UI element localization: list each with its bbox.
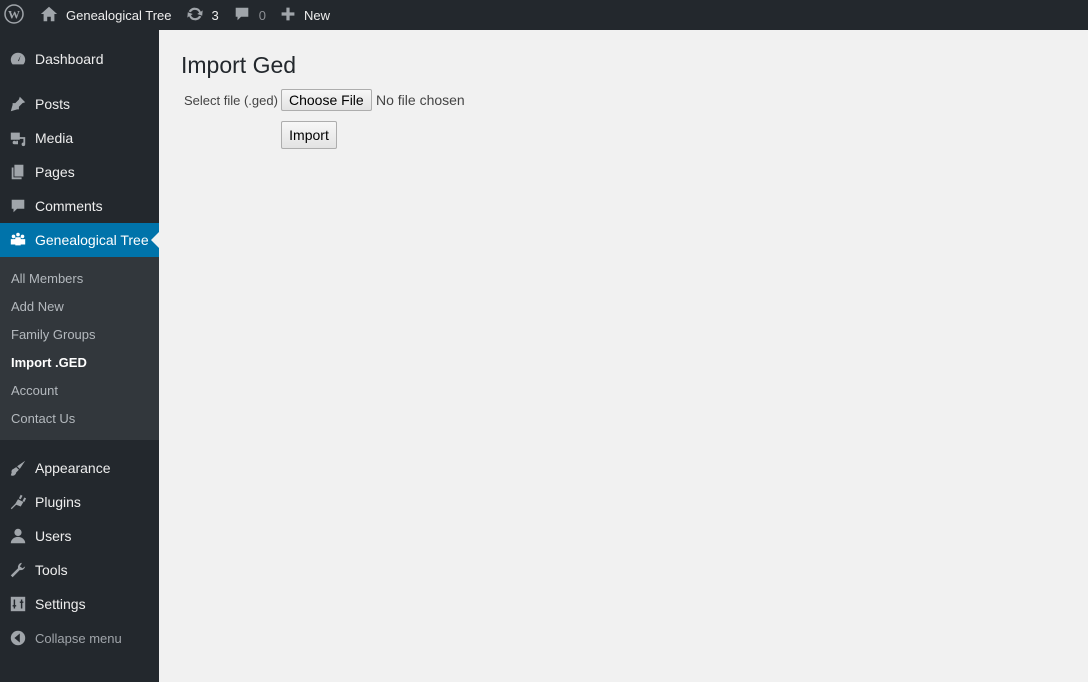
admin-sidebar: Dashboard Posts Media Pages Comments Gen… [0,30,159,682]
file-status-text: No file chosen [376,92,465,108]
choose-file-button[interactable]: Choose File [281,89,372,111]
svg-text:W: W [8,7,20,21]
comment-bubble-icon [233,5,251,26]
file-field-label: Select file (.ged) [184,93,278,108]
submenu-item-add-new[interactable]: Add New [11,299,64,314]
collapse-menu-label: Collapse menu [35,630,122,646]
page-title: Import Ged [181,52,297,78]
sidebar-item-genealogical-tree[interactable]: Genealogical Tree [0,223,159,257]
sidebar-item-label: Comments [35,198,103,214]
wordpress-logo-button[interactable]: W [0,0,32,30]
sidebar-item-label: Dashboard [35,51,104,67]
sidebar-item-appearance[interactable]: Appearance [0,451,159,485]
admin-bar: W Genealogical Tree 3 0 New [0,0,1088,30]
collapse-menu-button[interactable]: Collapse menu [0,621,159,655]
sidebar-item-label: Plugins [35,494,81,510]
family-icon [0,231,35,249]
new-label: New [303,7,330,23]
dashboard-icon [0,50,35,68]
submenu-item-contact-us[interactable]: Contact Us [11,411,75,426]
site-name-link[interactable]: Genealogical Tree [32,0,179,30]
comment-icon [0,197,35,215]
sidebar-item-media[interactable]: Media [0,121,159,155]
pages-icon [0,163,35,181]
brush-icon [0,459,35,477]
sidebar-item-label: Posts [35,96,71,112]
sidebar-item-label: Appearance [35,460,111,476]
import-button[interactable]: Import [281,121,337,149]
plus-icon [280,6,296,25]
sidebar-item-settings[interactable]: Settings [0,587,159,621]
plug-icon [0,493,35,511]
sidebar-item-plugins[interactable]: Plugins [0,485,159,519]
submenu-item-import-ged[interactable]: Import .GED [11,355,87,370]
site-name: Genealogical Tree [66,7,172,23]
sidebar-item-label: Pages [35,164,75,180]
user-icon [0,527,35,545]
settings-icon [0,595,35,613]
sidebar-item-dashboard[interactable]: Dashboard [0,42,159,76]
sidebar-item-label: Users [35,528,72,544]
submenu-item-family-groups[interactable]: Family Groups [11,327,96,342]
sidebar-item-users[interactable]: Users [0,519,159,553]
comments-count: 0 [258,7,266,23]
sidebar-item-label: Genealogical Tree [35,232,149,248]
wrench-icon [0,561,35,579]
media-icon [0,129,35,147]
new-content-link[interactable]: New [273,0,337,30]
wordpress-logo-icon: W [4,3,24,27]
collapse-arrow-icon [0,629,35,647]
sidebar-item-label: Tools [35,562,68,578]
sidebar-item-label: Settings [35,596,86,612]
comments-link[interactable]: 0 [226,0,273,30]
sidebar-item-label: Media [35,130,74,146]
pin-icon [0,95,35,113]
main-content: Import Ged Select file (.ged) Choose Fil… [159,30,1088,682]
sidebar-item-pages[interactable]: Pages [0,155,159,189]
sidebar-item-comments[interactable]: Comments [0,189,159,223]
updates-link[interactable]: 3 [179,0,226,30]
updates-icon [186,5,204,26]
submenu-item-account[interactable]: Account [11,383,58,398]
genealogical-tree-submenu: All Members Add New Family Groups Import… [0,257,159,440]
home-icon [40,5,58,26]
sidebar-item-tools[interactable]: Tools [0,553,159,587]
sidebar-item-posts[interactable]: Posts [0,87,159,121]
updates-count: 3 [211,7,219,23]
submenu-item-all-members[interactable]: All Members [11,271,83,286]
